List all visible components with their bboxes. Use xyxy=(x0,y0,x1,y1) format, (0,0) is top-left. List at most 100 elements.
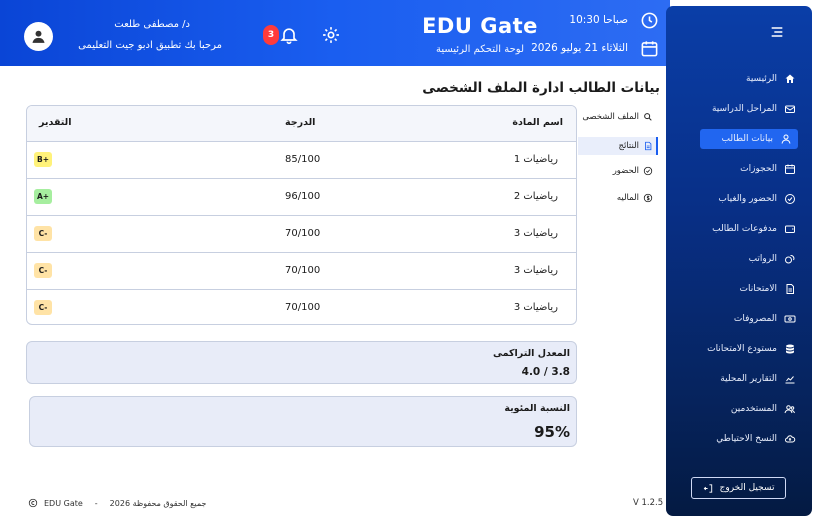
app-root: د/ مصطفى طلعت مرحبا بك تطبيق ادبو جيت ال… xyxy=(0,0,817,517)
calendar-icon xyxy=(641,41,658,57)
page-title: بيانات الطالب ادارة الملف الشخصى xyxy=(422,80,660,96)
grade-badge: C- xyxy=(34,300,52,315)
column-header-subject: اسم المادة xyxy=(512,117,563,128)
footer-brand: EDU Gate xyxy=(44,498,83,508)
app-title: EDU Gate xyxy=(422,14,538,38)
chart-icon xyxy=(783,373,796,386)
table-header: اسم المادة الدرجة التقدير xyxy=(27,106,576,142)
calendar-icon xyxy=(783,163,796,176)
sidebar-item-expenses[interactable]: المصروفات xyxy=(734,309,796,329)
subnav-item-attendance[interactable]: الحضور xyxy=(613,166,653,176)
sidebar-item-home[interactable]: الرئيسية xyxy=(746,69,796,89)
sidebar-item-attendance[interactable]: الحضور والغياب xyxy=(718,189,796,209)
gpa-label: المعدل التراكمى xyxy=(493,348,570,359)
score-cell: 85/100 xyxy=(285,154,321,165)
sidebar-item-label: الامتحانات xyxy=(739,284,777,294)
table-row: رياضيات 2 96/100 A+ xyxy=(27,179,576,216)
score-cell: 96/100 xyxy=(285,191,321,202)
sidebar-item-exam-repository[interactable]: مستودع الامتحانات xyxy=(707,339,796,359)
check-circle-icon xyxy=(783,193,796,206)
sidebar-item-label: الرواتب xyxy=(748,254,777,264)
subnav-item-profile[interactable]: الملف الشخصى xyxy=(582,112,653,122)
subject-cell: رياضيات 3 xyxy=(513,228,558,239)
percentage-value: 95% xyxy=(534,423,570,441)
score-cell: 70/100 xyxy=(285,265,321,276)
sidebar-item-salaries[interactable]: الرواتب xyxy=(749,249,796,269)
sidebar: الرئيسية المراحل الدراسية بيانات الطالب … xyxy=(666,6,812,516)
sidebar-item-label: النسخ الاحتياطي xyxy=(716,434,777,444)
sidebar-item-backup[interactable]: النسخ الاحتياطي xyxy=(716,429,796,449)
sidebar-item-label: التقارير المحلية xyxy=(720,374,777,384)
current-date: الثلاثاء 21 يوليو 2026 xyxy=(531,42,628,54)
subnav-label: الملف الشخصى xyxy=(582,112,639,122)
grade-badge: C- xyxy=(34,226,52,241)
subject-cell: رياضيات 1 xyxy=(513,154,558,165)
database-icon xyxy=(783,343,796,356)
user-avatar-icon xyxy=(32,30,45,43)
sidebar-item-label: مستودع الامتحانات xyxy=(707,344,777,354)
percentage-card: النسبة المئوية 95% xyxy=(29,396,577,447)
footer-separator: - xyxy=(94,498,98,508)
logout-button[interactable]: تسجيل الخروج xyxy=(691,477,786,499)
subnav-item-results[interactable]: النتائج xyxy=(578,137,658,155)
home-icon xyxy=(783,73,796,86)
gpa-card: المعدل التراكمى 4.0 / 3.8 xyxy=(26,341,577,384)
menu-icon[interactable] xyxy=(769,24,785,40)
subnav-label: الحضور xyxy=(612,166,639,176)
logout-label: تسجيل الخروج xyxy=(719,483,775,493)
subject-cell: رياضيات 3 xyxy=(513,265,558,276)
gpa-value: 4.0 / 3.8 xyxy=(521,366,570,378)
dollar-icon xyxy=(643,193,653,203)
cloud-icon xyxy=(783,433,796,446)
table-row: رياضيات 3 70/100 C- xyxy=(27,290,576,324)
sidebar-item-bookings[interactable]: الحجوزات xyxy=(740,159,796,179)
sidebar-item-exams[interactable]: الامتحانات xyxy=(740,279,796,299)
footer-rights: جميع الحقوق محفوظة 2026 xyxy=(109,498,207,508)
table-row: رياضيات 3 70/100 C- xyxy=(27,216,576,253)
sidebar-item-payments[interactable]: مدفوعات الطالب xyxy=(712,219,796,239)
user-name: د/ مصطفى طلعت xyxy=(114,19,190,30)
sidebar-item-users[interactable]: المستخدمين xyxy=(731,399,796,419)
cash-icon xyxy=(783,313,796,326)
score-cell: 70/100 xyxy=(285,228,321,239)
current-time: 10:30 صباحا xyxy=(569,14,628,26)
sidebar-item-label: المراحل الدراسية xyxy=(711,104,777,114)
subject-cell: رياضيات 3 xyxy=(513,302,558,313)
subnav-item-finance[interactable]: الماليه xyxy=(617,193,653,203)
gear-icon[interactable] xyxy=(321,25,341,45)
wallet-icon xyxy=(783,223,796,236)
copyright-icon xyxy=(28,498,38,508)
avatar[interactable] xyxy=(24,22,53,51)
column-header-score: الدرجة xyxy=(285,117,316,128)
clock-icon xyxy=(641,12,658,29)
bell-icon[interactable] xyxy=(279,25,299,45)
document-icon xyxy=(783,283,796,296)
document-icon xyxy=(645,141,652,151)
sidebar-item-local-reports[interactable]: التقارير المحلية xyxy=(720,369,796,389)
search-icon xyxy=(644,113,652,121)
score-cell: 70/100 xyxy=(285,302,321,313)
top-header: د/ مصطفى طلعت مرحبا بك تطبيق ادبو جيت ال… xyxy=(0,0,670,66)
sidebar-item-label: المستخدمين xyxy=(730,404,777,414)
notification-count-badge: 3 xyxy=(263,25,279,45)
table-row: رياضيات 3 70/100 C- xyxy=(27,253,576,290)
grade-badge: B+ xyxy=(34,152,52,167)
subnav-label: النتائج xyxy=(618,141,639,151)
app-version: V 1.2.5 xyxy=(633,498,664,508)
sidebar-item-label: الحجوزات xyxy=(740,164,777,174)
logout-icon xyxy=(703,483,712,493)
subject-cell: رياضيات 2 xyxy=(513,191,558,202)
sidebar-item-stages[interactable]: المراحل الدراسية xyxy=(712,99,796,119)
grade-badge: A+ xyxy=(34,189,52,204)
results-table: اسم المادة الدرجة التقدير رياضيات 1 85/1… xyxy=(26,105,577,325)
sidebar-item-student-data[interactable]: بيانات الطالب xyxy=(700,129,798,149)
sidebar-item-label: بيانات الطالب xyxy=(721,134,774,144)
column-header-grade: التقدير xyxy=(39,117,72,128)
user-icon xyxy=(779,133,792,146)
sidebar-item-label: مدفوعات الطالب xyxy=(712,224,777,234)
users-icon xyxy=(783,403,796,416)
welcome-message: مرحبا بك تطبيق ادبو جيت التعليمى xyxy=(78,40,222,51)
coins-icon xyxy=(783,253,796,266)
sidebar-item-label: الرئيسية xyxy=(746,74,777,84)
subnav-label: الماليه xyxy=(616,193,639,203)
